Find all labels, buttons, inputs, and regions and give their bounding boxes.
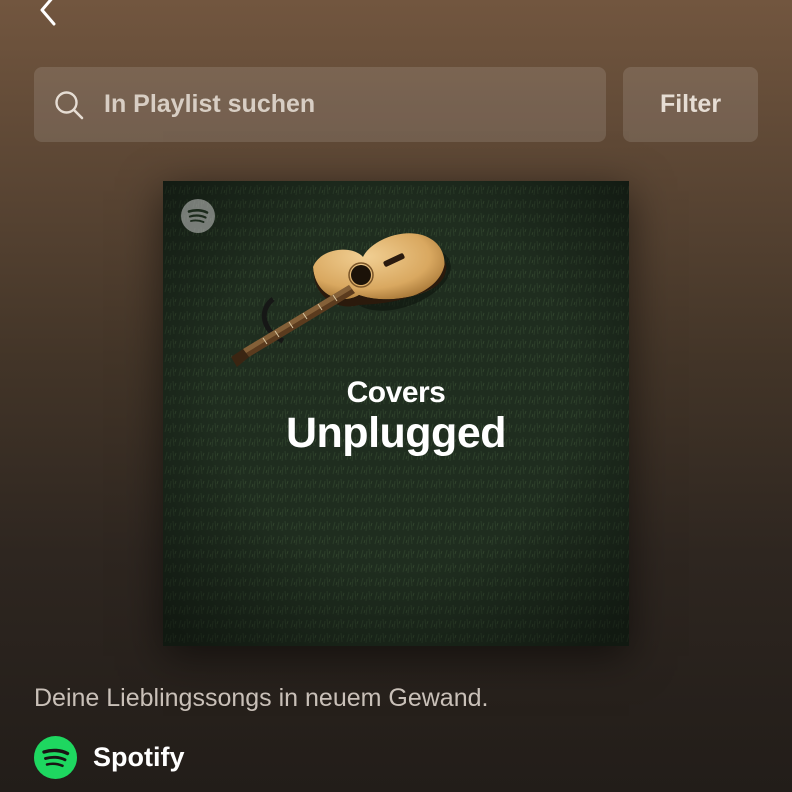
spotify-logo-icon xyxy=(34,736,77,779)
cover-title-line1: Covers xyxy=(346,376,446,409)
spotify-logo-icon xyxy=(181,199,215,233)
search-bar[interactable] xyxy=(34,67,606,142)
playlist-screen: Filter xyxy=(0,0,792,792)
playlist-description: Deine Lieblingssongs in neuem Gewand. xyxy=(34,684,489,712)
back-button[interactable] xyxy=(28,0,68,30)
chevron-left-icon xyxy=(40,0,56,26)
owner-name[interactable]: Spotify xyxy=(93,742,185,773)
playlist-cover[interactable]: Covers Unplugged xyxy=(163,181,629,646)
search-icon xyxy=(54,90,84,120)
filter-button[interactable]: Filter xyxy=(623,67,758,142)
cover-title-line2: Unplugged xyxy=(285,409,507,457)
playlist-owner[interactable]: Spotify xyxy=(34,736,185,779)
search-input[interactable] xyxy=(102,89,576,120)
